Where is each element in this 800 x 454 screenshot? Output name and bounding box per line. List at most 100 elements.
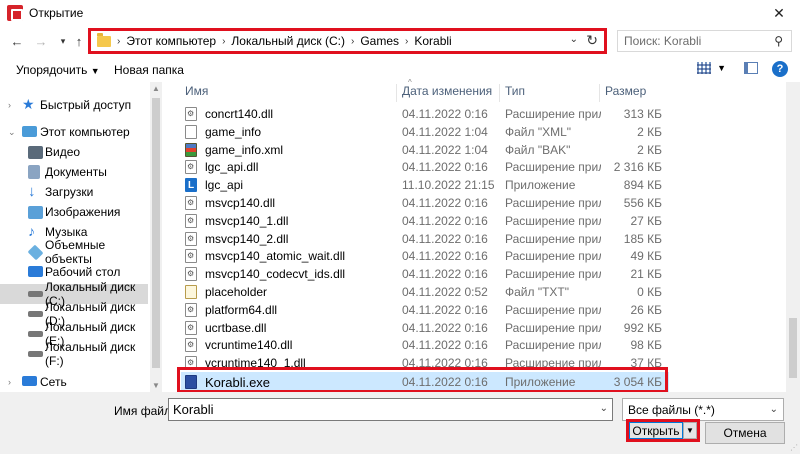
help-icon[interactable]: ? xyxy=(772,61,788,77)
sidebar-item-label: Загрузки xyxy=(45,185,94,199)
sidebar-item-network[interactable]: › Сеть xyxy=(0,372,148,392)
breadcrumb-games[interactable]: Games xyxy=(360,34,399,48)
close-button[interactable]: ✕ xyxy=(758,0,800,26)
toolbar: Упорядочить ▼ Новая папка ▼ ? xyxy=(0,58,800,82)
sidebar-item-quick-access[interactable]: › ★ Быстрый доступ xyxy=(0,95,148,115)
file-type: Расширение приложения xyxy=(505,320,601,335)
address-bar[interactable]: › Этот компьютер › Локальный диск (C:) ›… xyxy=(88,28,607,54)
view-grid-icon[interactable] xyxy=(697,62,712,74)
chevron-down-icon[interactable]: ⌄ xyxy=(770,404,778,415)
preview-pane-icon[interactable] xyxy=(744,62,758,74)
file-list-scrollbar[interactable] xyxy=(786,82,800,392)
address-dropdown-icon[interactable]: ⌄ xyxy=(570,34,578,45)
drive-icon xyxy=(28,351,43,357)
file-type: Расширение приложения xyxy=(505,107,601,121)
sidebar-item-documents[interactable]: Документы xyxy=(0,162,148,182)
file-date: 04.11.2022 0:16 xyxy=(402,249,488,264)
chevron-down-icon[interactable]: ⌄ xyxy=(8,127,16,138)
open-button[interactable]: Открыть xyxy=(629,422,683,439)
file-dll-icon xyxy=(185,107,197,121)
file-xml-icon xyxy=(185,124,197,139)
file-date: 04.11.2022 0:16 xyxy=(402,196,488,210)
column-header-size[interactable]: Размер xyxy=(605,84,646,98)
sidebar-item-pictures[interactable]: Изображения xyxy=(0,202,148,222)
chevron-right-icon[interactable]: › xyxy=(8,377,11,387)
search-icon[interactable]: ⚲ xyxy=(774,34,783,48)
file-date: 04.11.2022 0:16 xyxy=(402,160,488,175)
filename-input[interactable] xyxy=(169,399,589,420)
resize-grip-icon[interactable]: ⋰ xyxy=(790,443,798,452)
file-date: 04.11.2022 0:16 xyxy=(402,302,488,317)
search-box[interactable]: ⚲ xyxy=(617,30,792,52)
file-name: game_info xyxy=(205,124,262,139)
file-name: msvcp140_codecvt_ids.dll xyxy=(205,267,346,282)
title-bar: Открытие ✕ xyxy=(0,0,800,26)
file-dll-icon xyxy=(185,213,197,228)
downloads-icon: ↓ xyxy=(28,183,36,200)
file-type: Расширение приложения xyxy=(505,231,601,246)
sidebar-item-videos[interactable]: Видео xyxy=(0,142,148,162)
chevron-right-icon[interactable]: › xyxy=(405,36,408,47)
file-name: msvcp140_1.dll xyxy=(205,213,289,228)
filename-combobox[interactable]: ⌄ xyxy=(168,398,613,421)
star-icon: ★ xyxy=(22,96,35,112)
up-button[interactable]: ↑ xyxy=(70,32,88,50)
column-header-name[interactable]: Имя xyxy=(185,84,208,98)
chevron-right-icon[interactable]: › xyxy=(8,100,11,110)
file-size: 27 КБ xyxy=(630,213,662,228)
breadcrumb-this-pc[interactable]: Этот компьютер xyxy=(126,34,216,48)
file-name: msvcp140.dll xyxy=(205,196,276,210)
column-divider[interactable] xyxy=(396,84,397,102)
file-dll-icon xyxy=(185,196,197,210)
scroll-up-icon[interactable]: ▲ xyxy=(152,84,160,93)
search-input[interactable] xyxy=(618,31,758,51)
forward-button[interactable]: → xyxy=(32,32,50,50)
sidebar-item-label: Этот компьютер xyxy=(40,125,130,139)
column-header-type[interactable]: Тип xyxy=(505,84,525,98)
file-type: Расширение приложения xyxy=(505,338,601,353)
file-type-filter[interactable]: Все файлы (*.*) ⌄ xyxy=(622,398,784,421)
file-list-scrollbar-thumb[interactable] xyxy=(789,318,797,378)
sidebar-item-3d-objects[interactable]: Объемные объекты xyxy=(0,238,148,266)
file-name: game_info.xml xyxy=(205,142,284,157)
file-dll-icon xyxy=(185,231,197,246)
preview-pane-button[interactable] xyxy=(744,62,758,74)
file-name: vcruntime140.dll xyxy=(205,338,293,353)
chevron-right-icon[interactable]: › xyxy=(351,36,354,47)
chevron-right-icon[interactable]: › xyxy=(222,36,225,47)
sidebar-scrollbar-thumb[interactable] xyxy=(152,98,160,368)
view-options[interactable]: ▼ xyxy=(697,62,726,74)
file-size: 2 КБ xyxy=(637,142,662,157)
open-button-group[interactable]: Открыть ▼ xyxy=(626,419,700,442)
file-type: Файл "BAK" xyxy=(505,142,571,157)
chevron-down-icon[interactable]: ⌄ xyxy=(600,403,608,414)
file-dll-icon xyxy=(185,302,197,317)
sidebar-item-this-pc[interactable]: ⌄ Этот компьютер xyxy=(0,122,148,142)
folder-icon xyxy=(97,32,111,47)
chevron-right-icon[interactable]: › xyxy=(117,36,120,47)
sidebar-item-desktop[interactable]: Рабочий стол xyxy=(0,262,148,282)
sidebar-scrollbar[interactable]: ▲ ▼ xyxy=(150,82,162,392)
refresh-icon[interactable]: ↻ xyxy=(586,32,598,49)
breadcrumb-drive-c[interactable]: Локальный диск (C:) xyxy=(231,34,345,48)
cancel-button[interactable]: Отмена xyxy=(705,422,785,444)
network-icon xyxy=(22,376,37,386)
new-folder-button[interactable]: Новая папка xyxy=(114,63,184,77)
file-size: 0 КБ xyxy=(637,285,662,299)
scroll-down-icon[interactable]: ▼ xyxy=(152,381,160,390)
file-type: Расширение приложения xyxy=(505,160,601,175)
back-button[interactable]: ← xyxy=(8,32,26,50)
column-header-date[interactable]: Дата изменения xyxy=(402,84,492,98)
organize-menu[interactable]: Упорядочить ▼ xyxy=(16,63,100,77)
breadcrumb-korabli[interactable]: Korabli xyxy=(414,34,451,48)
sidebar-item-downloads[interactable]: ↓ Загрузки xyxy=(0,182,148,202)
open-dropdown-button[interactable]: ▼ xyxy=(683,422,697,439)
caret-down-icon[interactable]: ▼ xyxy=(717,63,726,73)
column-divider[interactable] xyxy=(599,84,600,102)
close-icon: ✕ xyxy=(773,4,785,21)
file-date: 04.11.2022 0:16 xyxy=(402,107,488,121)
column-divider[interactable] xyxy=(499,84,500,102)
bottom-panel: Имя файла: ⌄ Все файлы (*.*) ⌄ Открыть ▼… xyxy=(0,392,800,454)
file-size: 992 КБ xyxy=(623,320,662,335)
sidebar-item-drive-f[interactable]: Локальный диск (F:) xyxy=(0,340,148,368)
